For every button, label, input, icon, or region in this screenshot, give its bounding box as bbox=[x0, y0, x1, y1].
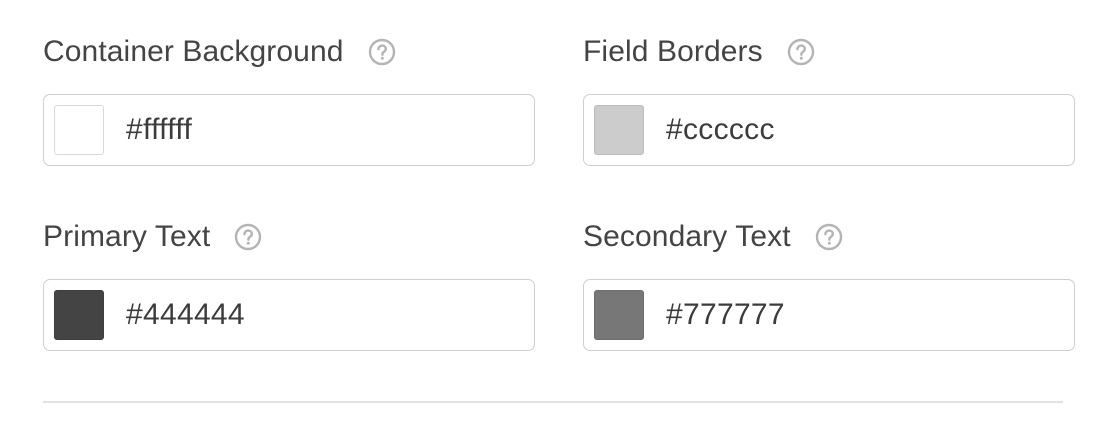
secondary-text-value: #777777 bbox=[666, 298, 785, 331]
secondary-text-setting: Secondary Text #777777 bbox=[583, 215, 1077, 351]
container-background-color-input[interactable]: #ffffff bbox=[43, 94, 535, 166]
primary-text-swatch[interactable] bbox=[54, 290, 104, 340]
color-settings-panel: Container Background #ffffff Field Borde… bbox=[0, 0, 1116, 426]
container-background-value: #ffffff bbox=[126, 113, 193, 146]
question-circle-icon[interactable] bbox=[815, 223, 843, 251]
secondary-text-color-input[interactable]: #777777 bbox=[583, 279, 1075, 351]
primary-text-label: Primary Text bbox=[43, 220, 211, 253]
field-borders-value: #cccccc bbox=[666, 113, 775, 146]
container-background-swatch[interactable] bbox=[54, 105, 104, 155]
field-label-row: Primary Text bbox=[43, 215, 537, 259]
question-circle-icon[interactable] bbox=[234, 223, 262, 251]
field-borders-label: Field Borders bbox=[583, 35, 763, 68]
field-label-row: Container Background bbox=[43, 30, 537, 74]
field-label-row: Field Borders bbox=[583, 30, 1077, 74]
field-borders-color-input[interactable]: #cccccc bbox=[583, 94, 1075, 166]
field-borders-setting: Field Borders #cccccc bbox=[583, 30, 1077, 166]
container-background-setting: Container Background #ffffff bbox=[43, 30, 537, 166]
container-background-label: Container Background bbox=[43, 35, 344, 68]
secondary-text-swatch[interactable] bbox=[594, 290, 644, 340]
section-divider bbox=[43, 401, 1063, 403]
question-circle-icon[interactable] bbox=[368, 38, 396, 66]
primary-text-setting: Primary Text #444444 bbox=[43, 215, 537, 351]
primary-text-value: #444444 bbox=[126, 298, 245, 331]
secondary-text-label: Secondary Text bbox=[583, 220, 791, 253]
question-circle-icon[interactable] bbox=[787, 38, 815, 66]
primary-text-color-input[interactable]: #444444 bbox=[43, 279, 535, 351]
field-borders-swatch[interactable] bbox=[594, 105, 644, 155]
field-label-row: Secondary Text bbox=[583, 215, 1077, 259]
